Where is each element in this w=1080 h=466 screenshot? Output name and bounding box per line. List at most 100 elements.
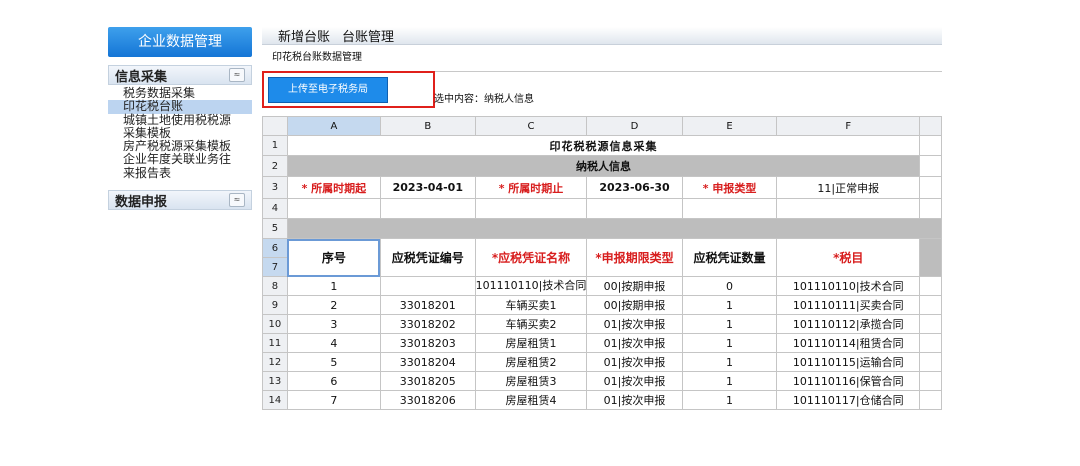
cell[interactable]	[919, 238, 942, 277]
cell-voucher-no[interactable]: 33018202	[379, 314, 476, 334]
column-header-f[interactable]: F	[776, 116, 921, 136]
cell[interactable]	[919, 276, 942, 296]
column-header-a[interactable]: A	[286, 116, 381, 136]
band-taxpayer-info[interactable]: 纳税人信息	[286, 155, 921, 177]
corner-cell[interactable]	[262, 116, 288, 136]
row-header[interactable]: 8	[262, 276, 288, 296]
cell[interactable]	[474, 198, 588, 219]
row-header[interactable]: 9	[262, 295, 288, 315]
cell[interactable]	[379, 198, 476, 219]
cell[interactable]	[776, 198, 921, 219]
sidebar-item-related-party-report[interactable]: 企业年度关联业务往	[108, 153, 252, 167]
row-header[interactable]: 10	[262, 314, 288, 334]
cell[interactable]	[919, 352, 942, 372]
row-header[interactable]: 12	[262, 352, 288, 372]
report-type-value[interactable]: 11|正常申报	[776, 176, 921, 199]
cell[interactable]	[919, 371, 942, 391]
cell-voucher-name[interactable]: 房屋租赁4	[474, 390, 588, 410]
cell-voucher-count[interactable]: 1	[681, 333, 778, 353]
cell-tax-item[interactable]: 101110117|仓储合同	[776, 390, 921, 410]
sidebar-item-stamp-tax-ledger[interactable]: 印花税台账	[108, 99, 252, 114]
cell-voucher-name[interactable]: 房屋租赁2	[474, 352, 588, 372]
column-header-g[interactable]	[919, 116, 942, 136]
cell-voucher-count[interactable]: 0	[681, 276, 778, 296]
header-voucher-no[interactable]: 应税凭证编号	[379, 238, 476, 277]
cell-voucher-name[interactable]: 车辆买卖1	[474, 295, 588, 315]
cell-voucher-count[interactable]: 1	[681, 295, 778, 315]
collapse-icon[interactable]: ≈	[229, 193, 245, 208]
cell-voucher-no[interactable]: 33018203	[379, 333, 476, 353]
sidebar-item-land-tax-source[interactable]: 城镇土地使用税税源	[108, 113, 252, 127]
cell-tax-item[interactable]: 101110110|技术合同	[776, 276, 921, 296]
period-start-label[interactable]: * 所属时期起	[286, 176, 381, 199]
cell[interactable]	[919, 198, 942, 219]
cell[interactable]	[919, 176, 942, 199]
row-header[interactable]: 13	[262, 371, 288, 391]
row-header[interactable]: 11	[262, 333, 288, 353]
collapse-icon[interactable]: ≈	[229, 68, 245, 82]
cell-tax-item[interactable]: 101110112|承揽合同	[776, 314, 921, 334]
row-header[interactable]: 4	[262, 198, 288, 219]
cell-seq[interactable]: 1	[286, 276, 381, 296]
cell-period-type[interactable]: 01|按次申报	[586, 371, 683, 391]
menu-ledger-management[interactable]: 台账管理	[342, 26, 394, 45]
menu-new-ledger[interactable]: 新增台账	[278, 26, 330, 45]
sidebar-item-related-party-report-cont[interactable]: 来报告表	[108, 166, 252, 180]
cell-seq[interactable]: 7	[286, 390, 381, 410]
cell-tax-item[interactable]: 101110111|买卖合同	[776, 295, 921, 315]
cell-voucher-count[interactable]: 1	[681, 314, 778, 334]
section-data-declaration[interactable]: 数据申报 ≈	[108, 190, 252, 211]
cell-voucher-no[interactable]: 33018206	[379, 390, 476, 410]
cell[interactable]	[919, 155, 942, 177]
cell-tax-item[interactable]: 101110114|租赁合同	[776, 333, 921, 353]
cell-voucher-name[interactable]: 房屋租赁1	[474, 333, 588, 353]
header-voucher-name[interactable]: *应税凭证名称	[474, 238, 588, 277]
cell-seq[interactable]: 4	[286, 333, 381, 353]
row-header[interactable]: 14	[262, 390, 288, 410]
row-header[interactable]: 7	[262, 257, 288, 277]
cell-period-type[interactable]: 01|按次申报	[586, 333, 683, 353]
cell-voucher-count[interactable]: 1	[681, 352, 778, 372]
cell-seq[interactable]: 6	[286, 371, 381, 391]
cell[interactable]	[681, 198, 778, 219]
cell[interactable]	[919, 333, 942, 353]
period-end-label[interactable]: * 所属时期止	[474, 176, 588, 199]
cell[interactable]	[286, 198, 381, 219]
cell-voucher-count[interactable]: 1	[681, 390, 778, 410]
cell-voucher-no[interactable]: 33018201	[379, 295, 476, 315]
row-header[interactable]: 3	[262, 176, 288, 199]
cell-period-type[interactable]: 00|按期申报	[586, 295, 683, 315]
band-empty[interactable]	[286, 218, 943, 239]
row-header[interactable]: 5	[262, 218, 288, 239]
column-header-b[interactable]: B	[379, 116, 476, 136]
section-info-collection[interactable]: 信息采集 ≈	[108, 65, 252, 85]
header-voucher-count[interactable]: 应税凭证数量	[681, 238, 778, 277]
cell[interactable]	[919, 295, 942, 315]
cell-voucher-name[interactable]: 车辆买卖2	[474, 314, 588, 334]
cell-voucher-no[interactable]	[379, 276, 476, 296]
period-end-value[interactable]: 2023-06-30	[586, 176, 683, 199]
period-start-value[interactable]: 2023-04-01	[379, 176, 476, 199]
sheet-title[interactable]: 印花税税源信息采集	[286, 135, 921, 156]
cell-voucher-no[interactable]: 33018205	[379, 371, 476, 391]
header-period-type[interactable]: *申报期限类型	[586, 238, 683, 277]
header-seq[interactable]: 序号	[286, 238, 381, 277]
column-header-c[interactable]: C	[474, 116, 588, 136]
column-header-d[interactable]: D	[586, 116, 683, 136]
row-header[interactable]: 2	[262, 155, 288, 177]
cell-period-type[interactable]: 01|按次申报	[586, 352, 683, 372]
cell-voucher-name[interactable]: 房屋租赁3	[474, 371, 588, 391]
report-type-label[interactable]: * 申报类型	[681, 176, 778, 199]
cell-tax-item[interactable]: 101110116|保管合同	[776, 371, 921, 391]
cell-period-type[interactable]: 00|按期申报	[586, 276, 683, 296]
row-header[interactable]: 6	[262, 238, 288, 258]
cell-period-type[interactable]: 01|按次申报	[586, 390, 683, 410]
header-tax-item[interactable]: *税目	[776, 238, 921, 277]
row-header[interactable]: 1	[262, 135, 288, 156]
cell[interactable]	[919, 390, 942, 410]
cell-voucher-no[interactable]: 33018204	[379, 352, 476, 372]
cell-voucher-name[interactable]: 101110110|技术合同	[474, 276, 588, 296]
cell-seq[interactable]: 3	[286, 314, 381, 334]
column-header-e[interactable]: E	[681, 116, 778, 136]
cell-voucher-count[interactable]: 1	[681, 371, 778, 391]
